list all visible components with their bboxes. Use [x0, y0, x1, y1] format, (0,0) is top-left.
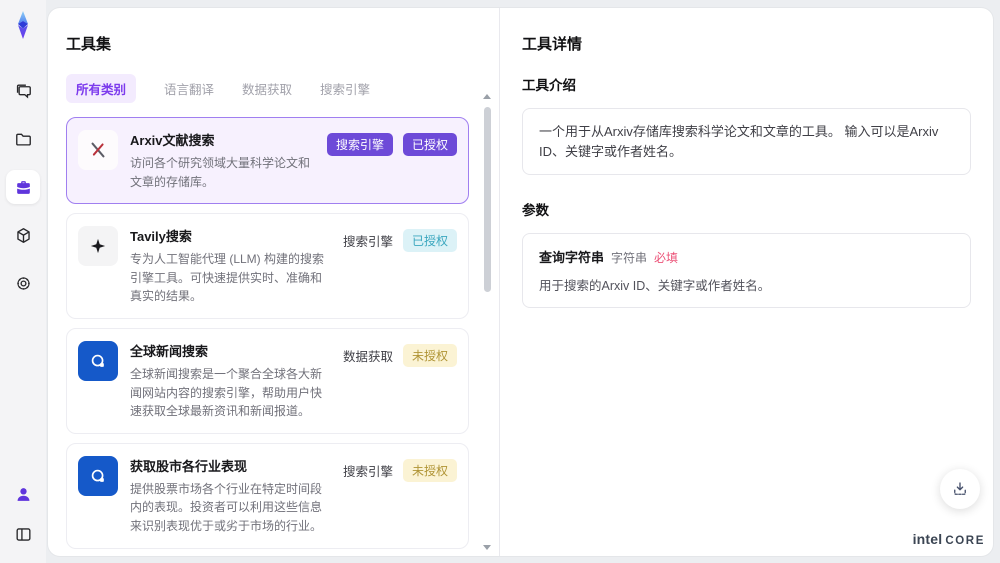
download-button[interactable]	[940, 469, 980, 509]
user-avatar-icon[interactable]	[6, 477, 40, 511]
params-heading: 参数	[522, 203, 549, 218]
left-rail	[0, 0, 46, 563]
tab-all-categories[interactable]: 所有类别	[66, 74, 137, 103]
tool-name: Tavily搜索	[130, 229, 192, 245]
status-badge: 已授权	[402, 133, 457, 156]
page-title: 工具集	[66, 36, 112, 53]
package-icon[interactable]	[6, 218, 40, 252]
param-type: 字符串	[611, 251, 648, 265]
category-label: 数据获取	[342, 349, 393, 364]
scroll-down-arrow[interactable]	[483, 545, 491, 550]
tool-list: Arxiv文献搜索 访问各个研究领域大量科学论文和文章的存储库。 搜索引擎 已授…	[66, 117, 499, 556]
scroll-up-arrow[interactable]	[483, 94, 491, 99]
intro-heading: 工具介绍	[522, 78, 576, 93]
settings-gear-icon[interactable]	[6, 266, 40, 300]
tool-desc: 访问各个研究领域大量科学论文和文章的存储库。	[130, 156, 311, 189]
status-badge: 未授权	[402, 343, 457, 367]
tool-name: Arxiv文献搜索	[130, 133, 215, 148]
tool-desc: 提供股票市场各个行业在特定时间段内的表现。投资者可以利用这些信息来识别表现优于或…	[130, 481, 323, 533]
toolbox-icon[interactable]	[6, 170, 40, 204]
tool-card-stock-sectors[interactable]: 获取股市各行业表现 提供股票市场各个行业在特定时间段内的表现。投资者可以利用这些…	[66, 442, 469, 549]
tavily-star-icon	[78, 226, 118, 267]
tool-name: 获取股市各行业表现	[130, 458, 248, 474]
sidebar-panel-icon[interactable]	[6, 517, 40, 551]
tool-desc: 专为人工智能代理 (LLM) 构建的搜索引擎工具。可快速提供实时、准确和真实的结…	[130, 252, 325, 304]
toolset-pane: 工具集 所有类别 语言翻译 数据获取 搜索引擎 Arxiv文献搜索 访问各个研究…	[48, 8, 500, 556]
category-tabs: 所有类别 语言翻译 数据获取 搜索引擎	[66, 74, 499, 103]
main-window: 工具集 所有类别 语言翻译 数据获取 搜索引擎 Arxiv文献搜索 访问各个研究…	[48, 8, 993, 556]
tab-translation[interactable]: 语言翻译	[164, 79, 214, 98]
category-label: 搜索引擎	[342, 235, 393, 250]
rail-bottom	[6, 477, 40, 551]
intro-text-box: 一个用于从Arxiv存储库搜索科学论文和文章的工具。 输入可以是Arxiv ID…	[522, 108, 971, 175]
tab-search-engine[interactable]: 搜索引擎	[320, 79, 370, 98]
brand-intel: intel	[912, 531, 943, 547]
tab-data-fetch[interactable]: 数据获取	[242, 79, 292, 98]
tool-desc: 全球新闻搜索是一个聚合全球各大新闻网站内容的搜索引擎，帮助用户快速获取全球最新资…	[130, 366, 323, 419]
category-label: 搜索引擎	[342, 464, 393, 479]
category-badge: 搜索引擎	[326, 133, 393, 156]
status-badge: 未授权	[402, 458, 457, 482]
list-scrollbar[interactable]	[482, 94, 492, 550]
tool-name: 全球新闻搜索	[130, 343, 209, 359]
rail-nav	[6, 74, 40, 300]
param-required-label: 必填	[654, 251, 679, 265]
tool-details-pane: 工具详情 工具介绍 一个用于从Arxiv存储库搜索科学论文和文章的工具。 输入可…	[500, 8, 993, 556]
global-news-icon	[78, 455, 118, 496]
app-logo[interactable]	[8, 10, 38, 40]
tool-card-tavily[interactable]: Tavily搜索 专为人工智能代理 (LLM) 构建的搜索引擎工具。可快速提供实…	[66, 213, 469, 319]
param-desc: 用于搜索的Arxiv ID、关键字或作者姓名。	[539, 279, 771, 293]
chat-icon[interactable]	[6, 74, 40, 108]
param-name: 查询字符串	[539, 250, 605, 265]
status-badge: 已授权	[402, 229, 457, 253]
details-title: 工具详情	[522, 36, 583, 53]
param-item: 查询字符串 字符串 必填 用于搜索的Arxiv ID、关键字或作者姓名。	[522, 233, 971, 308]
scrollbar-thumb[interactable]	[483, 107, 491, 292]
intel-core-logo: intel CORE	[913, 531, 985, 549]
tool-card-arxiv[interactable]: Arxiv文献搜索 访问各个研究领域大量科学论文和文章的存储库。 搜索引擎 已授…	[66, 117, 469, 205]
folder-icon[interactable]	[6, 122, 40, 156]
global-news-icon	[78, 340, 118, 381]
tool-card-global-news[interactable]: 全球新闻搜索 全球新闻搜索是一个聚合全球各大新闻网站内容的搜索引擎，帮助用户快速…	[66, 327, 469, 434]
brand-core: CORE	[945, 535, 985, 547]
arxiv-logo-icon	[78, 130, 118, 170]
